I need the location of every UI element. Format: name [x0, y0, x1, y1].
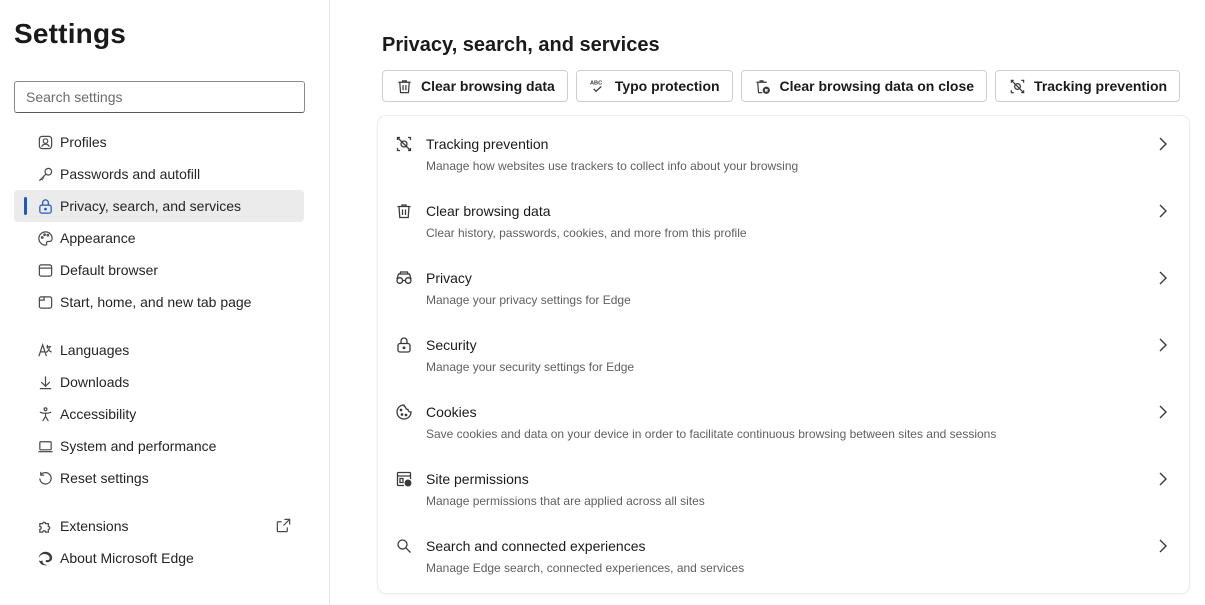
main-content: Privacy, search, and services Clear brow… — [330, 0, 1205, 605]
sidebar-item-label: Accessibility — [60, 406, 137, 422]
sidebar-nav: Profiles Passwords and autofill Privacy,… — [14, 126, 304, 574]
profile-icon — [36, 133, 54, 151]
row-search-connected[interactable]: Search and connected experiences Manage … — [378, 518, 1189, 585]
sidebar: Settings Profiles Passwords and autofill… — [0, 0, 330, 605]
sidebar-item-label: Start, home, and new tab page — [60, 294, 252, 310]
row-description: Manage your privacy settings for Edge — [426, 293, 631, 307]
sidebar-item-languages[interactable]: Languages — [14, 334, 304, 366]
page-title: Privacy, search, and services — [382, 34, 660, 56]
sidebar-item-appearance[interactable]: Appearance — [14, 222, 304, 254]
row-title: Site permissions — [426, 471, 529, 487]
chevron-right-icon — [1157, 538, 1169, 554]
row-clear-browsing-data[interactable]: Clear browsing data Clear history, passw… — [378, 183, 1189, 250]
row-description: Manage your security settings for Edge — [426, 360, 635, 374]
sidebar-item-accessibility[interactable]: Accessibility — [14, 398, 304, 430]
row-description: Clear history, passwords, cookies, and m… — [426, 226, 747, 240]
search-settings-box[interactable] — [14, 81, 305, 113]
home-tab-icon — [36, 293, 54, 311]
row-description: Save cookies and data on your device in … — [426, 427, 997, 441]
lock-icon — [395, 336, 413, 354]
sidebar-item-label: Downloads — [60, 374, 130, 390]
row-description: Manage permissions that are applied acro… — [426, 494, 705, 508]
sidebar-item-passwords[interactable]: Passwords and autofill — [14, 158, 304, 190]
sidebar-divider — [14, 318, 304, 334]
external-link-icon[interactable] — [275, 517, 292, 534]
chip-typo-protection[interactable]: ABC Typo protection — [575, 70, 733, 102]
row-title: Search and connected experiences — [426, 538, 646, 554]
sidebar-item-label: Passwords and autofill — [60, 166, 201, 182]
abc-check-icon: ABC — [589, 77, 607, 95]
languages-icon — [36, 341, 54, 359]
browser-icon — [36, 261, 54, 279]
puzzle-icon — [36, 517, 54, 535]
site-permissions-icon — [395, 470, 413, 488]
trash-icon — [395, 202, 413, 220]
sidebar-item-label: Privacy, search, and services — [60, 198, 242, 214]
quick-links: Clear browsing data ABC Typo protection … — [382, 70, 1181, 102]
row-security[interactable]: Security Manage your security settings f… — [378, 317, 1189, 384]
row-title: Privacy — [426, 270, 472, 286]
edge-logo-icon — [36, 549, 54, 567]
chip-clear-on-close[interactable]: Clear browsing data on close — [740, 70, 988, 102]
sidebar-item-label: Languages — [60, 342, 130, 358]
svg-text:ABC: ABC — [590, 80, 602, 86]
chip-label: Clear browsing data — [421, 78, 555, 94]
tracking-icon — [1008, 77, 1026, 95]
tracking-icon — [395, 135, 413, 153]
sidebar-item-label: Extensions — [60, 518, 129, 534]
sidebar-item-label: Reset settings — [60, 470, 149, 486]
chevron-right-icon — [1157, 471, 1169, 487]
reset-icon — [36, 469, 54, 487]
sidebar-item-label: Profiles — [60, 134, 107, 150]
trash-icon — [395, 77, 413, 95]
chip-tracking-prevention[interactable]: Tracking prevention — [995, 70, 1181, 102]
sidebar-item-about[interactable]: About Microsoft Edge — [14, 542, 304, 574]
settings-card: Tracking prevention Manage how websites … — [378, 116, 1189, 593]
trash-clear-icon — [754, 77, 772, 95]
sidebar-item-profiles[interactable]: Profiles — [14, 126, 304, 158]
chip-label: Clear browsing data on close — [779, 78, 975, 94]
sidebar-item-label: About Microsoft Edge — [60, 550, 194, 566]
accessibility-icon — [36, 405, 54, 423]
row-title: Clear browsing data — [426, 203, 551, 219]
sidebar-divider — [14, 494, 304, 510]
chip-label: Tracking prevention — [1034, 78, 1168, 94]
sidebar-item-privacy[interactable]: Privacy, search, and services — [14, 190, 304, 222]
row-cookies[interactable]: Cookies Save cookies and data on your de… — [378, 384, 1189, 451]
chip-clear-browsing-data[interactable]: Clear browsing data — [382, 70, 568, 102]
glasses-icon — [395, 269, 413, 287]
sidebar-item-start-home[interactable]: Start, home, and new tab page — [14, 286, 304, 318]
laptop-icon — [36, 437, 54, 455]
download-icon — [36, 373, 54, 391]
palette-icon — [36, 229, 54, 247]
chevron-right-icon — [1157, 136, 1169, 152]
search-settings-input[interactable] — [15, 82, 304, 112]
sidebar-title: Settings — [14, 18, 127, 49]
key-icon — [36, 165, 54, 183]
row-title: Security — [426, 337, 477, 353]
chip-label: Typo protection — [614, 78, 720, 94]
row-privacy[interactable]: Privacy Manage your privacy settings for… — [378, 250, 1189, 317]
chevron-right-icon — [1157, 337, 1169, 353]
sidebar-item-extensions[interactable]: Extensions — [14, 510, 304, 542]
row-tracking-prevention[interactable]: Tracking prevention Manage how websites … — [378, 116, 1189, 183]
sidebar-item-system[interactable]: System and performance — [14, 430, 304, 462]
row-title: Cookies — [426, 404, 477, 420]
sidebar-item-downloads[interactable]: Downloads — [14, 366, 304, 398]
row-description: Manage Edge search, connected experience… — [426, 561, 745, 575]
chevron-right-icon — [1157, 203, 1169, 219]
lock-icon — [36, 197, 54, 215]
cookie-icon — [395, 403, 413, 421]
row-description: Manage how websites use trackers to coll… — [426, 159, 799, 173]
search-icon — [395, 537, 413, 555]
sidebar-item-label: Default browser — [60, 262, 159, 278]
chevron-right-icon — [1157, 404, 1169, 420]
chevron-right-icon — [1157, 270, 1169, 286]
sidebar-item-label: System and performance — [60, 438, 217, 454]
row-title: Tracking prevention — [426, 136, 549, 152]
sidebar-item-reset[interactable]: Reset settings — [14, 462, 304, 494]
sidebar-item-label: Appearance — [60, 230, 136, 246]
sidebar-item-default-browser[interactable]: Default browser — [14, 254, 304, 286]
row-site-permissions[interactable]: Site permissions Manage permissions that… — [378, 451, 1189, 518]
